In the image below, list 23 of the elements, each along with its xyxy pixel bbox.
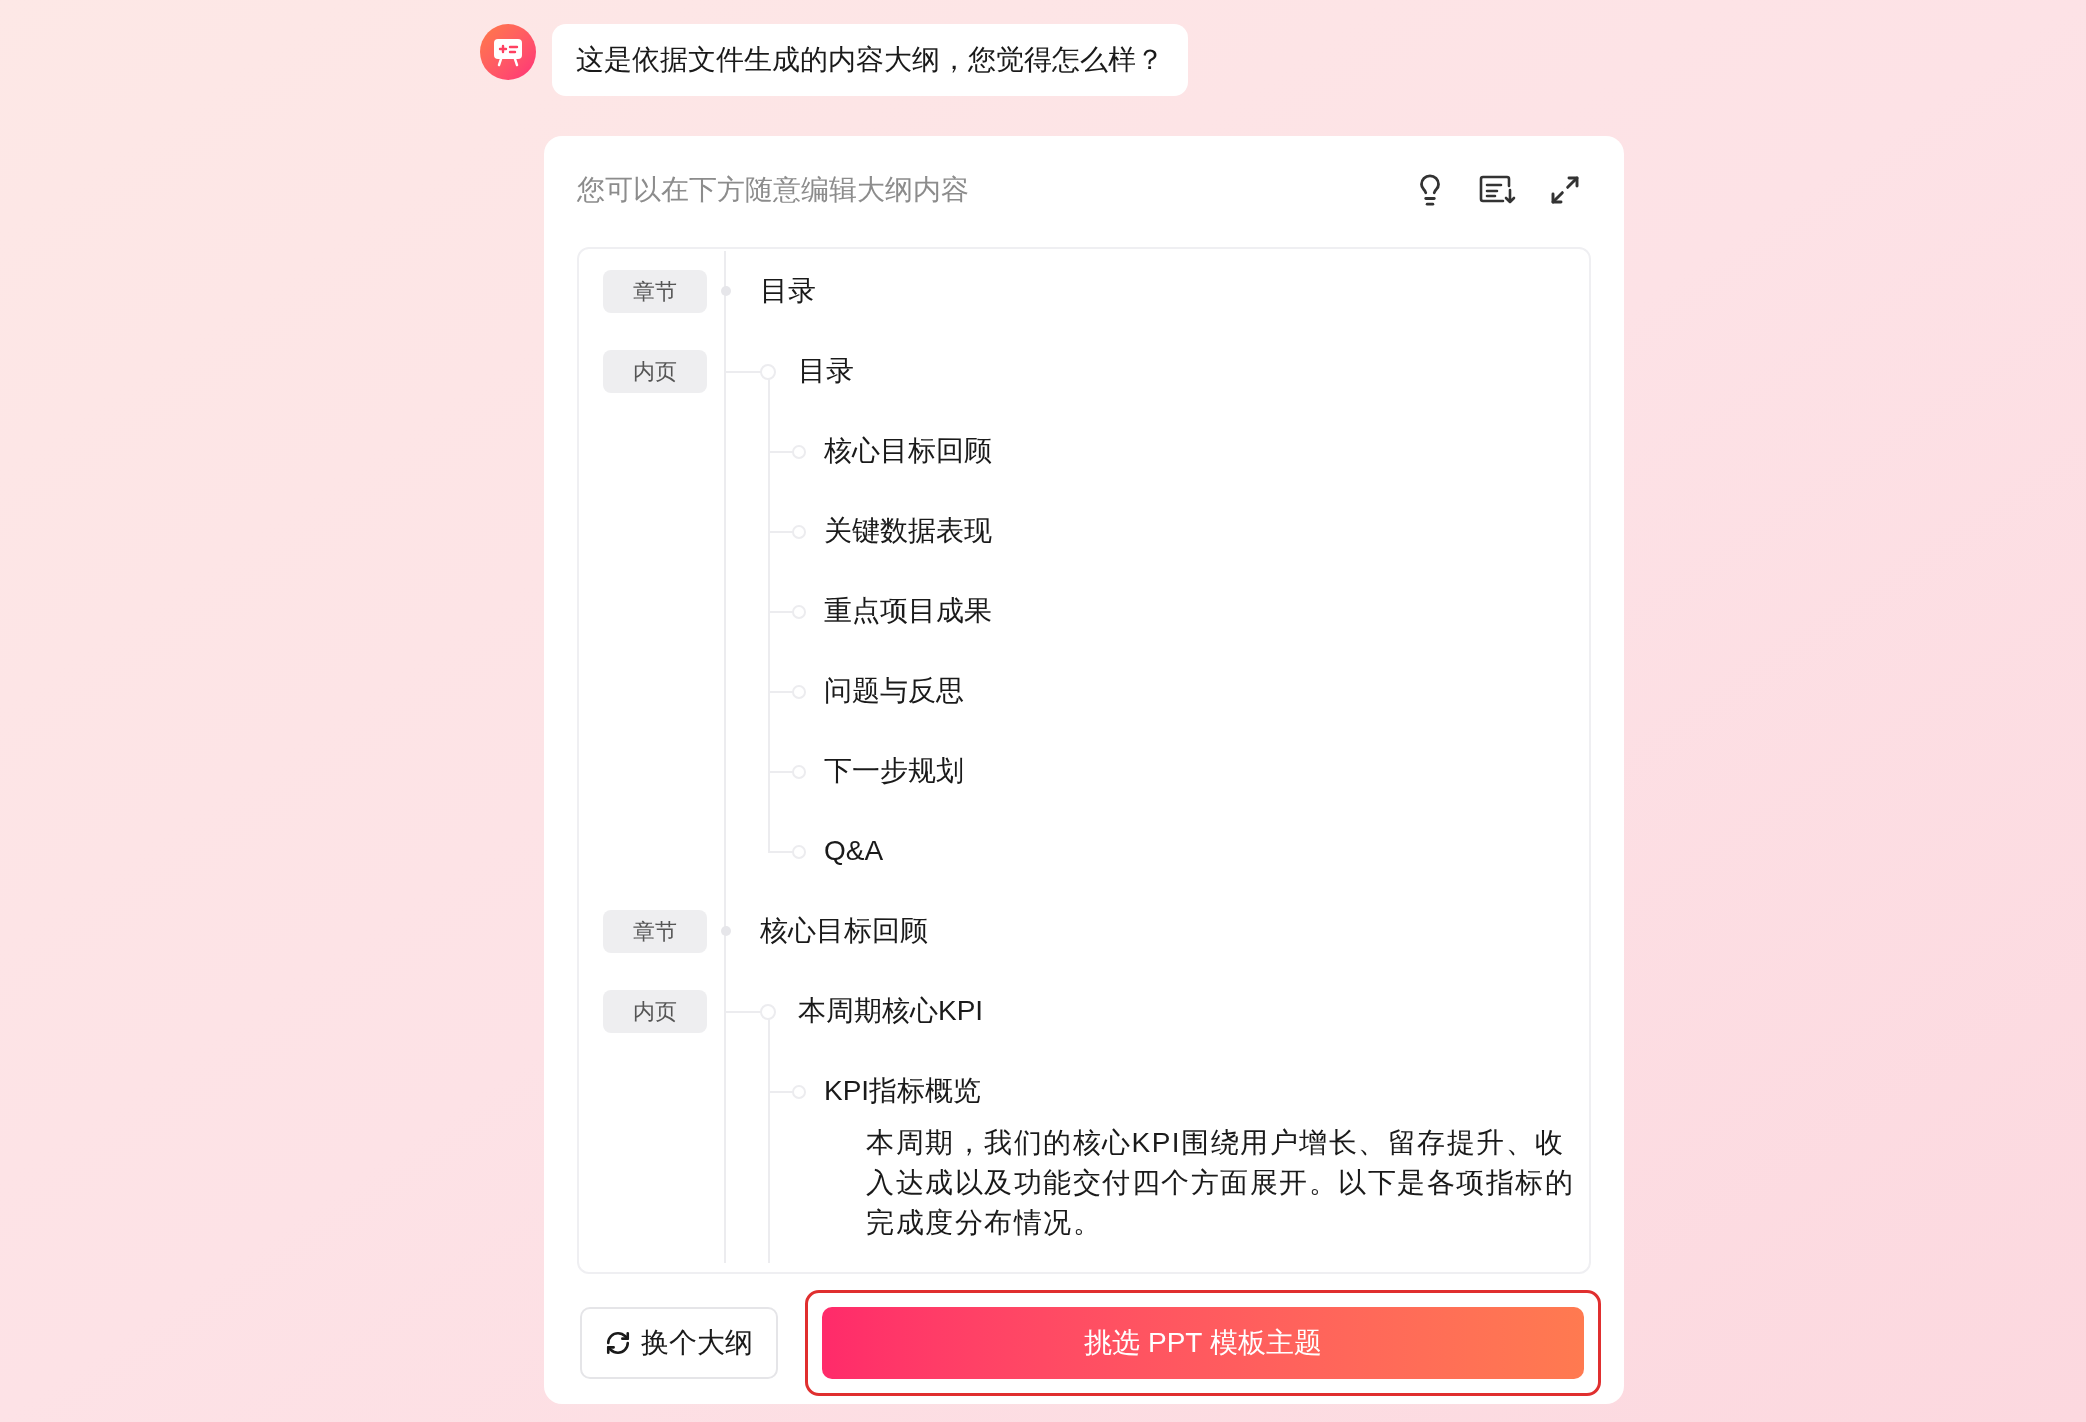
item-title[interactable]: 核心目标回顾 [824, 433, 992, 469]
edit-hint-text: 您可以在下方随意编辑大纲内容 [577, 173, 969, 207]
outline-level-tag: 章节 [603, 909, 707, 953]
screen-sparkle-icon [492, 37, 524, 67]
item-title[interactable]: 关键数据表现 [824, 513, 992, 549]
section-title[interactable]: 核心目标回顾 [760, 913, 928, 949]
outline-level-tag: 内页 [603, 989, 707, 1033]
outline-level-tag: 章节 [603, 269, 707, 313]
item-body-text[interactable]: 本周期，我们的核心KPI围绕用户增长、留存提升、收入达成以及功能交付四个方面展开。以下是各项指标的完成度分布情况。 [866, 1123, 1576, 1263]
page-title[interactable]: 本周期核心KPI [798, 993, 984, 1029]
item-title[interactable]: 重点项目成果 [824, 593, 992, 629]
message-text: 这是依据文件生成的内容大纲，您觉得怎么样？ [576, 43, 1164, 77]
refresh-icon [605, 1330, 631, 1356]
list-download-icon[interactable] [1479, 175, 1517, 205]
fullscreen-icon[interactable] [1549, 174, 1581, 206]
item-title[interactable]: Q&A [824, 833, 884, 869]
outline-level-tag: 内页 [603, 349, 707, 393]
item-title[interactable]: KPI指标概览 [824, 1073, 982, 1109]
regenerate-outline-button[interactable]: 换个大纲 [580, 1307, 778, 1379]
page-title[interactable]: 目录 [798, 353, 854, 389]
section-title[interactable]: 目录 [760, 273, 816, 309]
item-title[interactable]: 问题与反思 [824, 673, 964, 709]
item-title[interactable]: 下一步规划 [824, 753, 964, 789]
